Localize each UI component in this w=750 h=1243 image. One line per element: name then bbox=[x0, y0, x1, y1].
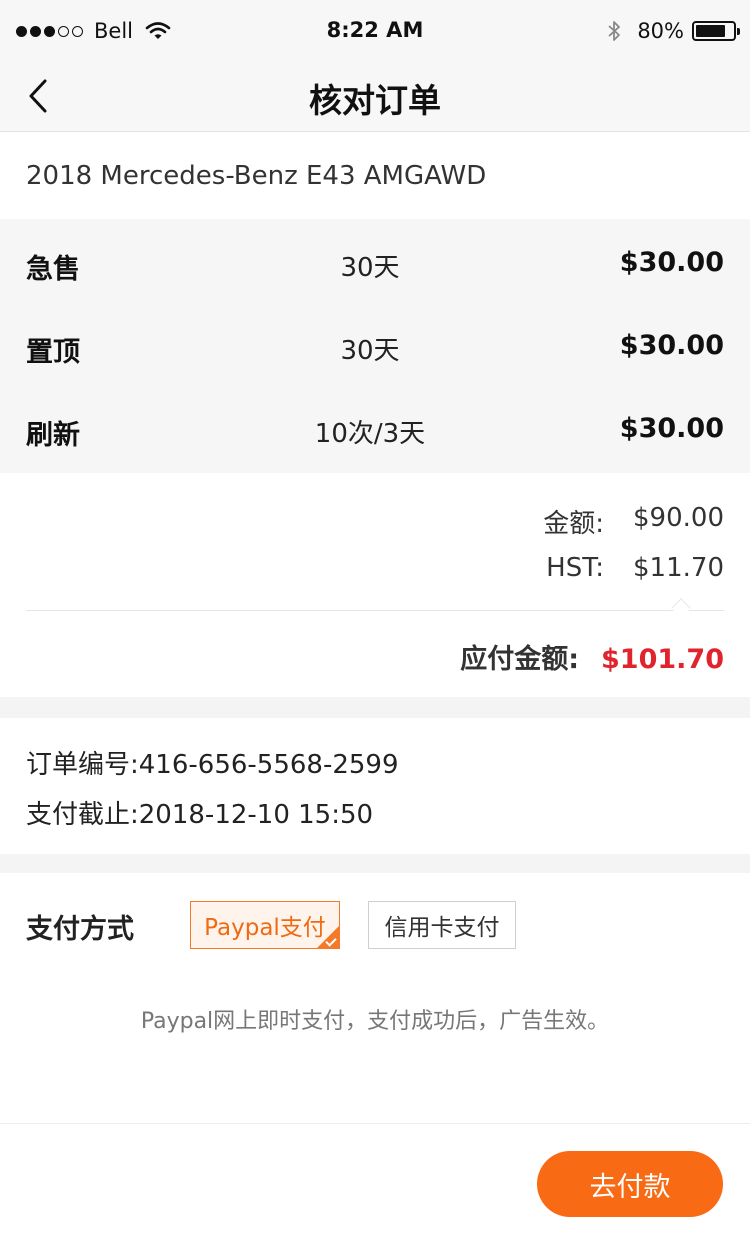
payment-deadline-row: 支付截止:2018-12-10 15:50 bbox=[26, 794, 373, 831]
item-name: 刷新 bbox=[26, 420, 80, 451]
section-gap bbox=[0, 854, 750, 873]
item-name: 置顶 bbox=[26, 337, 80, 368]
order-items: 急售 30天 $30.00 置顶 30天 $30.00 刷新 10次/3天 $3… bbox=[0, 219, 750, 473]
credit-card-option[interactable]: 信用卡支付 bbox=[368, 901, 516, 949]
battery-icon bbox=[692, 21, 740, 41]
nav-bar: 核对订单 bbox=[0, 62, 750, 132]
item-row: 急售 30天 $30.00 bbox=[0, 219, 750, 302]
status-right: 80% bbox=[607, 17, 740, 45]
vehicle-row: 2018 Mercedes-Benz E43 AMGAWD bbox=[0, 133, 750, 219]
vehicle-name: 2018 Mercedes-Benz E43 AMGAWD bbox=[26, 161, 487, 191]
order-number: 416-656-5568-2599 bbox=[138, 750, 399, 780]
payment-deadline: 2018-12-10 15:50 bbox=[138, 800, 374, 830]
bluetooth-icon bbox=[608, 21, 621, 41]
amount-due-label: 应付金额: bbox=[460, 644, 580, 675]
order-number-label: 订单编号: bbox=[26, 750, 139, 780]
amount-row: 金额: $90.00 bbox=[543, 503, 724, 540]
amount-value: $90.00 bbox=[633, 503, 724, 533]
item-price: $30.00 bbox=[619, 247, 724, 278]
item-price: $30.00 bbox=[619, 413, 724, 444]
bottom-bar: 去付款 bbox=[0, 1123, 750, 1243]
tax-label: HST: bbox=[546, 553, 604, 583]
payment-method-label: 支付方式 bbox=[26, 914, 134, 945]
item-duration: 30天 bbox=[340, 336, 400, 366]
totals-section: 金额: $90.00 HST: $11.70 应付金额: $101.70 bbox=[0, 473, 750, 697]
payment-note: Paypal网上即时支付，支付成功后，广告生效。 bbox=[140, 1009, 610, 1034]
amount-label: 金额: bbox=[543, 509, 604, 539]
order-number-row: 订单编号:416-656-5568-2599 bbox=[26, 744, 399, 781]
item-name: 急售 bbox=[26, 254, 80, 285]
caret-indicator bbox=[671, 598, 691, 618]
order-info: 订单编号:416-656-5568-2599 支付截止:2018-12-10 1… bbox=[0, 718, 750, 854]
item-duration: 10次/3天 bbox=[314, 419, 426, 449]
page-title: 核对订单 bbox=[309, 81, 441, 120]
credit-card-option-label: 信用卡支付 bbox=[384, 915, 500, 941]
battery-fill bbox=[696, 25, 725, 37]
item-price: $30.00 bbox=[619, 330, 724, 361]
tax-row: HST: $11.70 bbox=[546, 553, 724, 583]
item-duration: 30天 bbox=[340, 253, 400, 283]
section-gap bbox=[0, 697, 750, 718]
tax-value: $11.70 bbox=[633, 553, 724, 583]
item-row: 刷新 10次/3天 $30.00 bbox=[0, 385, 750, 468]
paypal-option[interactable]: Paypal支付 bbox=[190, 901, 340, 949]
amount-due-value: $101.70 bbox=[601, 644, 724, 675]
battery-percent: 80% bbox=[637, 19, 684, 43]
status-bar: Bell 8:22 AM 80% bbox=[0, 0, 750, 62]
paypal-option-label: Paypal支付 bbox=[204, 915, 326, 941]
amount-due-row: 应付金额: $101.70 bbox=[460, 637, 724, 676]
divider bbox=[26, 610, 724, 611]
item-row: 置顶 30天 $30.00 bbox=[0, 302, 750, 385]
payment-deadline-label: 支付截止: bbox=[26, 800, 139, 830]
payment-section: 支付方式 Paypal支付 信用卡支付 Paypal网上即时支付，支付成功后，广… bbox=[0, 873, 750, 1123]
pay-button[interactable]: 去付款 bbox=[537, 1151, 723, 1217]
